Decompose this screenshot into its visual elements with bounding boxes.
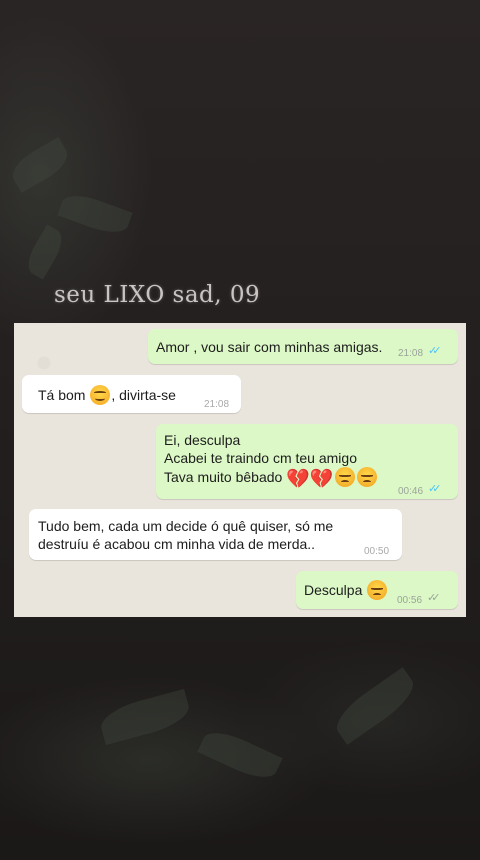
message-time: 00:46: [398, 486, 424, 497]
message-text: , divirta-se: [111, 387, 176, 403]
message-time: 00:50: [364, 546, 390, 557]
delivered-ticks-icon: ✓✓: [427, 592, 441, 604]
message-text-line: Tava muito bêbado: [164, 469, 283, 485]
disappointed-face-icon: [367, 580, 388, 600]
message-text: Desculpa: [304, 582, 363, 598]
read-ticks-icon: ✓✓: [428, 483, 442, 495]
read-ticks-icon: ✓✓: [428, 345, 442, 357]
message-bubble-outgoing[interactable]: Amor , vou sair com minhas amigas. 21:08…: [148, 329, 458, 364]
message-text-line: Ei, desculpa: [164, 432, 241, 448]
message-time: 21:08: [398, 348, 424, 359]
message-bubble-incoming[interactable]: Tudo bem, cada um decide ó quê quiser, s…: [29, 509, 402, 560]
story-caption: seu LIXO sad, 09: [54, 282, 261, 308]
message-text-line: Tudo bem, cada um decide ó quê quiser, s…: [38, 518, 334, 534]
message-bubble-outgoing[interactable]: Desculpa 00:56 ✓✓: [296, 571, 458, 609]
broken-heart-icon: 💔: [309, 469, 334, 490]
message-bubble-outgoing[interactable]: Ei, desculpa Acabei te traindo cm teu am…: [156, 424, 458, 499]
message-bubble-incoming[interactable]: Tá bom , divirta-se 21:08: [22, 375, 241, 413]
smiling-face-icon: [90, 385, 111, 405]
message-text: Tá bom: [38, 387, 86, 403]
message-text-line: destruíu é acabou cm minha vida de merda…: [38, 536, 316, 552]
disappointed-face-icon: [356, 467, 377, 487]
broken-heart-icon: 💔: [286, 469, 310, 490]
message-text-line: Acabei te traindo cm teu amigo: [164, 450, 357, 466]
chat-screenshot: Amor , vou sair com minhas amigas. 21:08…: [14, 323, 466, 617]
message-time: 21:08: [204, 399, 230, 410]
message-text: Amor , vou sair com minhas amigas.: [156, 339, 383, 355]
disappointed-face-icon: [334, 467, 355, 487]
message-time: 00:56: [397, 595, 423, 606]
